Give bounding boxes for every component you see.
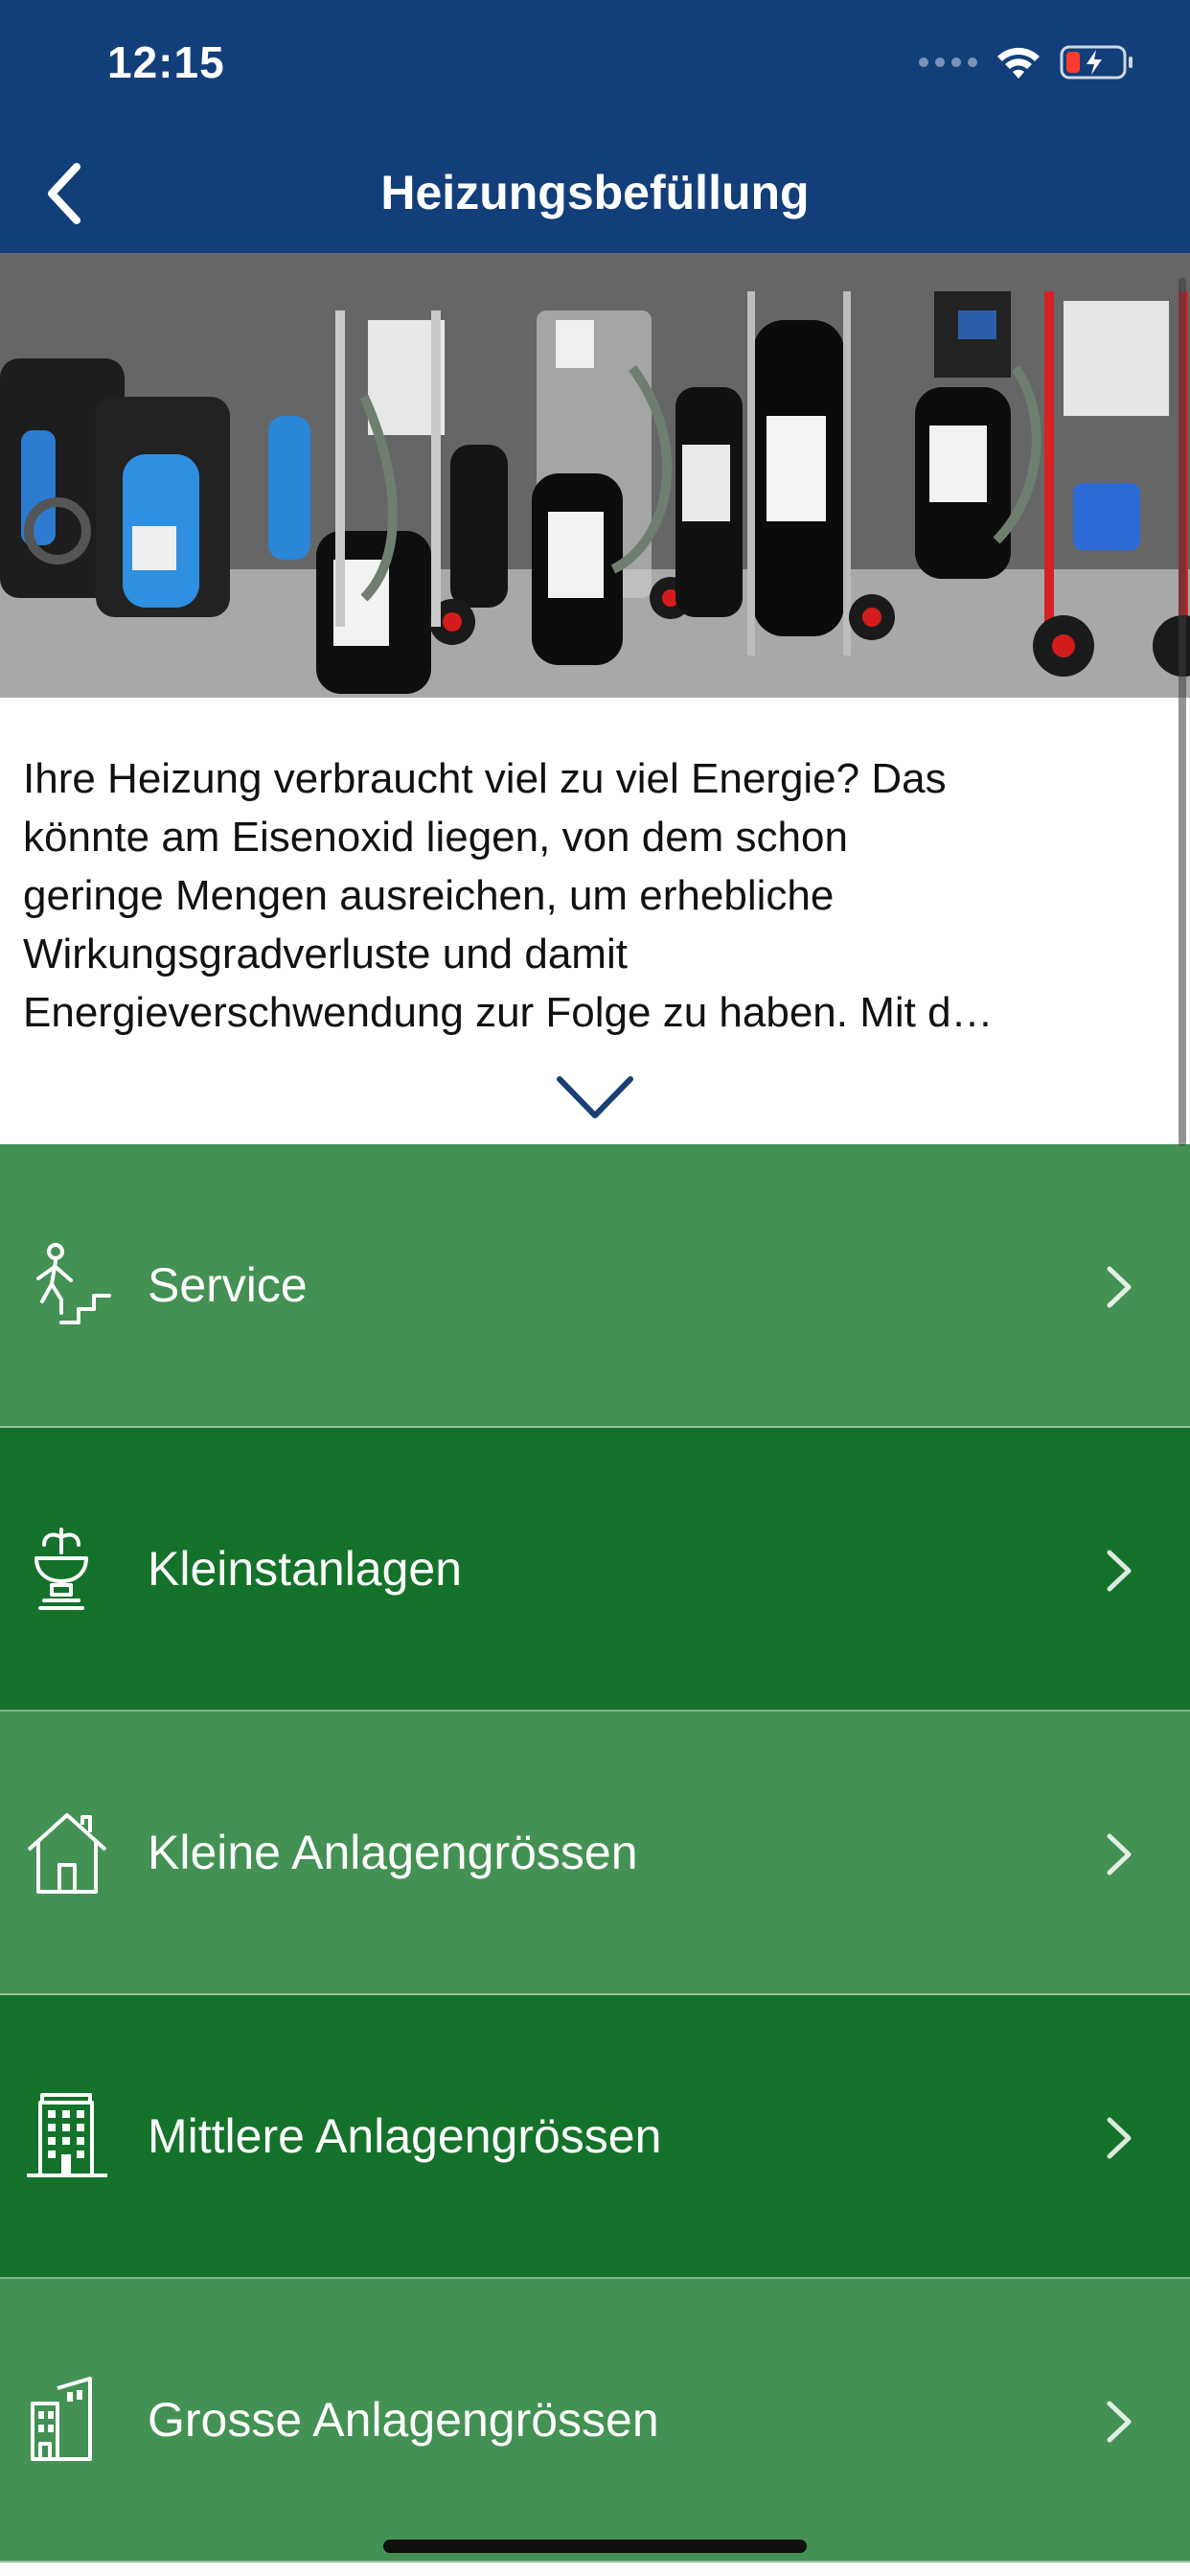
chevron-right-icon [1107,2117,1132,2159]
menu-item-mittlere-anlagengroessen[interactable]: Mittlere Anlagengrössen [0,1995,1190,2279]
menu-item-label: Service [148,1258,308,1312]
description-line: Ihre Heizung verbraucht viel zu viel Ene… [23,755,947,802]
description-text: Ihre Heizung verbraucht viel zu viel Ene… [23,749,1163,1042]
menu-item-label: Mittlere Anlagengrössen [148,2109,662,2163]
menu-item-kleinstanlagen[interactable]: Kleinstanlagen [0,1428,1190,1712]
home-indicator[interactable] [383,2540,807,2553]
menu-item-service[interactable]: Service [0,1144,1190,1428]
building-icon [27,2093,107,2177]
chevron-right-icon [1107,2401,1132,2443]
description-line: Wirkungsgradverluste und damit [23,931,628,978]
status-icons [919,38,1134,86]
hero-image [0,253,1190,698]
tall-buildings-icon [31,2377,92,2461]
description-line: könnte am Eisenoxid liegen, von dem scho… [23,814,848,861]
menu-item-kleine-anlagengroessen[interactable]: Kleine Anlagengrössen [0,1712,1190,1995]
stairs-person-icon [36,1243,111,1324]
navigation-bar: Heizungsbefüllung [0,134,1190,253]
description-line: Energieverschwendung zur Folge zu haben.… [23,989,994,1036]
chevron-down-icon [557,1076,633,1118]
house-icon [27,1813,107,1894]
menu-item-label: Grosse Anlagengrössen [148,2393,659,2447]
status-bar: 12:15 [0,0,1190,134]
scrollbar[interactable] [1179,278,1186,1146]
cellular-signal-icon [919,58,977,67]
menu-item-grosse-anlagengroessen[interactable]: Grosse Anlagengrössen [0,2279,1190,2563]
fountain-icon [34,1528,88,1610]
page-title: Heizungsbefüllung [380,166,810,219]
menu-item-label: Kleinstanlagen [148,1542,463,1596]
chevron-right-icon [1107,1550,1132,1592]
wifi-icon [997,47,1040,79]
status-time: 12:15 [107,37,225,87]
menu-item-label: Kleine Anlagengrössen [148,1826,638,1879]
battery-charging-icon [1060,45,1133,80]
expand-description-button[interactable] [554,1070,636,1125]
chevron-right-icon [1107,1833,1132,1875]
chevron-right-icon [1107,1266,1132,1308]
description-line: geringe Mengen ausreichen, um erhebliche [23,872,835,919]
category-menu: Service Kleinstanlagen Kleine Anlagengrö… [0,1144,1190,2563]
